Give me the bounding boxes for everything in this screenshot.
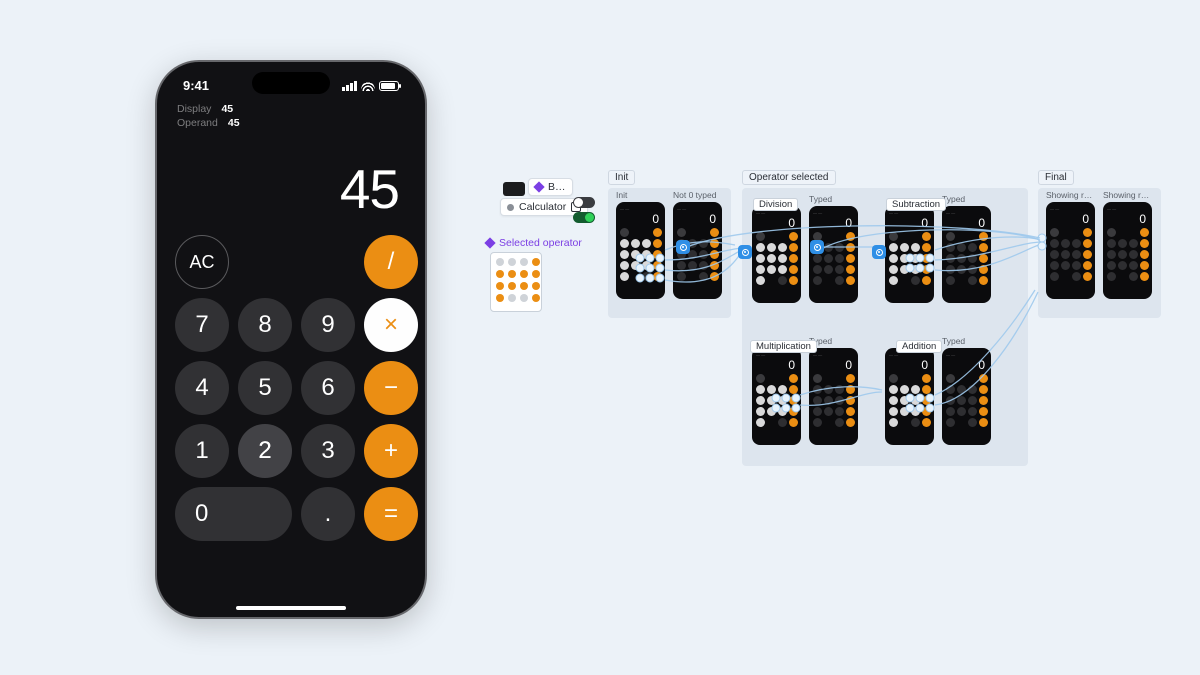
- state-division[interactable]: — —0: [752, 206, 801, 303]
- wifi-icon: [361, 81, 375, 91]
- mini-display: 0: [756, 357, 797, 374]
- state-subtraction-typed[interactable]: Typed — —0: [942, 206, 991, 303]
- mini-display: 0: [813, 357, 854, 374]
- state-addition[interactable]: — —0: [885, 348, 934, 445]
- key-1[interactable]: 1: [175, 424, 229, 478]
- thumbnail-chip[interactable]: [503, 182, 525, 196]
- key-ac[interactable]: AC: [175, 235, 229, 289]
- key-0[interactable]: 0: [175, 487, 292, 541]
- flow-port[interactable]: [738, 245, 752, 259]
- flow-port[interactable]: [676, 240, 690, 254]
- diamond-icon: [484, 237, 495, 248]
- debug-meta: Display45 Operand45: [173, 101, 409, 129]
- key-dot[interactable]: .: [301, 487, 355, 541]
- key-7[interactable]: 7: [175, 298, 229, 352]
- meta-operand-label: Operand: [177, 117, 218, 129]
- key-multiply[interactable]: ×: [364, 298, 418, 352]
- mini-display: 0: [946, 357, 987, 374]
- state-canvas[interactable]: B… Calculator Selected operator Init Ini…: [480, 180, 1185, 520]
- state-add-typed-caption: Typed: [942, 336, 965, 346]
- group-opsel-label: Operator selected: [742, 170, 836, 185]
- mini-display: 0: [946, 215, 987, 232]
- key-3[interactable]: 3: [301, 424, 355, 478]
- state-final-2[interactable]: Showing r… — —0: [1103, 202, 1152, 299]
- state-final2-caption: Showing r…: [1103, 190, 1149, 200]
- state-division-typed[interactable]: Typed — —0: [809, 206, 858, 303]
- key-5[interactable]: 5: [238, 361, 292, 415]
- sublabel-multiplication: Multiplication: [750, 340, 817, 353]
- meta-display-label: Display: [177, 103, 211, 115]
- group-init-label: Init: [608, 170, 635, 185]
- key-9[interactable]: 9: [301, 298, 355, 352]
- key-2[interactable]: 2: [238, 424, 292, 478]
- meta-display-value: 45: [221, 103, 233, 115]
- mini-display: 0: [620, 211, 661, 228]
- mini-display: 0: [677, 211, 718, 228]
- breadcrumb-calc-label: Calculator: [519, 201, 566, 213]
- signal-icon: [342, 81, 357, 91]
- key-plus[interactable]: +: [364, 424, 418, 478]
- breadcrumb-b-label: B…: [548, 181, 566, 193]
- breadcrumb-b[interactable]: B…: [528, 178, 573, 196]
- sublabel-addition: Addition: [896, 340, 942, 353]
- state-init[interactable]: Init — —0: [616, 202, 665, 299]
- key-equals[interactable]: =: [364, 487, 418, 541]
- selected-operator-label: Selected operator: [480, 235, 588, 251]
- mini-display: 0: [1050, 211, 1091, 228]
- mini-display: 0: [889, 357, 930, 374]
- state-multiplication[interactable]: — —0: [752, 348, 801, 445]
- mini-display: 0: [756, 215, 797, 232]
- sublabel-subtraction: Subtraction: [886, 198, 946, 211]
- selected-operator-text: Selected operator: [499, 237, 582, 249]
- state-init-caption: Init: [616, 190, 627, 200]
- state-subtraction[interactable]: — —0: [885, 206, 934, 303]
- home-indicator: [236, 606, 346, 610]
- battery-icon: [379, 81, 399, 91]
- mini-display: 0: [813, 215, 854, 232]
- operator-palette[interactable]: [490, 252, 542, 312]
- iphone-mock: 9:41 Display45 Operand45 45 AC / 7 8 9 ×…: [155, 60, 427, 619]
- meta-operand-value: 45: [228, 117, 240, 129]
- key-divide[interactable]: /: [364, 235, 418, 289]
- toggle-2[interactable]: [573, 212, 595, 223]
- key-6[interactable]: 6: [301, 361, 355, 415]
- key-minus[interactable]: −: [364, 361, 418, 415]
- mini-display: 0: [1107, 211, 1148, 228]
- keypad: AC / 7 8 9 × 4 5 6 − 1 2 3 + 0 . =: [173, 235, 409, 541]
- key-4[interactable]: 4: [175, 361, 229, 415]
- diamond-icon: [533, 181, 544, 192]
- dynamic-island: [252, 72, 330, 94]
- mini-display: 0: [889, 215, 930, 232]
- state-final1-caption: Showing r…: [1046, 190, 1092, 200]
- flow-port[interactable]: [810, 240, 824, 254]
- toggle-1[interactable]: [573, 197, 595, 208]
- dot-icon: [507, 204, 514, 211]
- key-8[interactable]: 8: [238, 298, 292, 352]
- state-div-typed-caption: Typed: [809, 194, 832, 204]
- state-multiplication-typed[interactable]: Typed — —0: [809, 348, 858, 445]
- sublabel-division: Division: [753, 198, 798, 211]
- status-time: 9:41: [183, 78, 209, 93]
- state-final-1[interactable]: Showing r… — —0: [1046, 202, 1095, 299]
- state-not0-caption: Not 0 typed: [673, 190, 716, 200]
- toggle-stack[interactable]: [573, 197, 595, 223]
- state-addition-typed[interactable]: Typed — —0: [942, 348, 991, 445]
- calc-display: 45: [173, 129, 409, 235]
- flow-port[interactable]: [872, 245, 886, 259]
- group-final-label: Final: [1038, 170, 1074, 185]
